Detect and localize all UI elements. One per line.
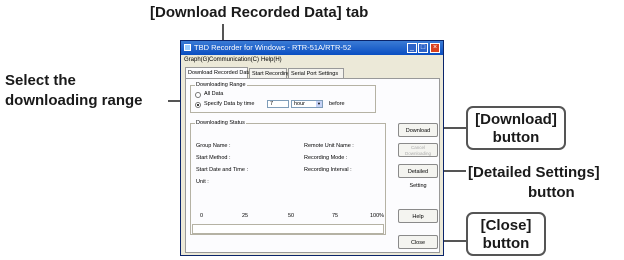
time-unit-value: hour [294,101,306,107]
progress-scale-0: 0 [200,213,204,219]
menu-communication[interactable]: Communication(C) [209,55,259,65]
callout-download-line1: [Download] [475,111,557,128]
title-bar: TBD Recorder for Windows - RTR-51A/RTR-5… [181,41,443,55]
callout-range-label-2: downloading range [5,92,143,109]
tab-serial-port-settings[interactable]: Serial Port Settings [288,68,344,78]
menu-bar: Graph(G) Communication(C) Help(H) [181,55,443,65]
callout-range-label-1: Select the [5,72,76,89]
cancel-downloading-line2: Downloading [404,151,432,156]
all-data-label: All Data [204,91,224,97]
callout-close-line2: button [482,235,530,252]
recording-mode-label: Recording Mode : [304,155,348,161]
start-method-label: Start Method : [196,155,231,161]
specify-by-time-radio[interactable] [195,102,201,108]
downloading-range-group: Downloading Range All Data Specify Data … [190,82,376,113]
help-button[interactable]: Help [398,209,438,223]
menu-help[interactable]: Help(H) [261,55,282,65]
callout-download-line2: button [492,129,540,146]
tab-start-recording[interactable]: Start Recording [249,68,290,78]
progress-scale-50: 50 [288,213,295,219]
callout-download-box: [Download] button [466,106,566,150]
app-icon [184,44,191,51]
callout-detailed-line1: [Detailed Settings] [468,164,600,181]
progress-scale-25: 25 [242,213,249,219]
chevron-down-icon: ▼ [316,101,322,107]
time-unit-select[interactable]: hour ▼ [291,100,323,108]
callout-close-box: [Close] button [466,212,546,256]
all-data-radio[interactable] [195,92,201,98]
group-name-label: Group Name : [196,143,231,149]
maximize-icon[interactable]: □ [418,43,428,53]
downloading-status-title: Downloading Status [195,120,246,126]
download-button[interactable]: Download [398,123,438,137]
downloading-range-title: Downloading Range [195,82,247,88]
callout-detailed-line2: button [528,184,575,201]
tab-download-recorded-data[interactable]: Download Recorded Data [185,67,251,78]
download-progress-bar [192,224,384,234]
window-title: TBD Recorder for Windows - RTR-51A/RTR-5… [194,43,352,52]
unit-label: Unit : [196,179,209,185]
remote-unit-name-label: Remote Unit Name : [304,143,354,149]
time-value-input[interactable]: 7 [267,100,289,108]
detailed-setting-button[interactable]: Detailed Setting [398,164,438,189]
close-button[interactable]: Close [398,235,438,249]
start-datetime-label: Start Date and Time : [196,167,248,173]
before-label: before [329,101,345,107]
progress-scale-75: 75 [332,213,339,219]
menu-graph[interactable]: Graph(G) [184,55,209,65]
app-window: TBD Recorder for Windows - RTR-51A/RTR-5… [180,40,444,256]
minimize-icon[interactable]: _ [407,43,417,53]
specify-by-time-label: Specify Data by time [204,101,255,107]
callout-tab-label: [Download Recorded Data] tab [150,4,369,21]
cancel-downloading-button[interactable]: Cancel Downloading [398,143,438,157]
callout-close-line1: [Close] [480,217,532,234]
progress-scale-100: 100% [370,213,385,219]
close-window-icon[interactable]: × [430,43,440,53]
tab-panel: Downloading Range All Data Specify Data … [185,78,440,253]
recording-interval-label: Recording Interval : [304,167,352,173]
